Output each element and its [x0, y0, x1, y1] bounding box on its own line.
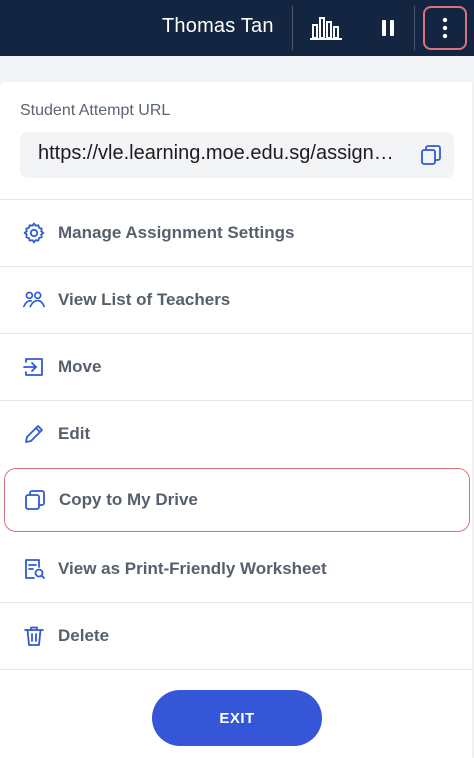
copy-icon: [23, 488, 47, 512]
copy-url-button[interactable]: [420, 144, 442, 166]
copy-icon: [421, 145, 441, 165]
url-field[interactable]: https://vle.learning.moe.edu.sg/assignme…: [20, 132, 454, 178]
menu-item-label: Delete: [58, 626, 110, 645]
gear-icon: [22, 221, 46, 245]
pencil-icon: [22, 422, 46, 446]
menu-item-label: Copy to My Drive: [59, 490, 198, 509]
exit-button[interactable]: EXIT: [152, 690, 322, 746]
top-bar: Thomas Tan: [0, 0, 474, 56]
divider: [0, 669, 472, 670]
pause-button[interactable]: [372, 12, 404, 44]
menu-item-label: Edit: [58, 424, 91, 443]
header-divider: [414, 6, 415, 50]
trash-icon: [22, 624, 46, 648]
url-value: https://vle.learning.moe.edu.sg/assignme…: [38, 142, 398, 164]
manage-assignment-settings-item[interactable]: Manage Assignment Settings: [0, 200, 472, 266]
pause-icon: [382, 20, 394, 36]
url-label: Student Attempt URL: [20, 102, 171, 119]
view-list-of-teachers-item[interactable]: View List of Teachers: [0, 267, 472, 333]
bar-chart-icon: [310, 17, 342, 40]
user-name: Thomas Tan: [162, 15, 274, 37]
move-into-icon: [22, 355, 46, 379]
worksheet-search-icon: [22, 557, 46, 581]
menu-item-label: Move: [58, 357, 102, 376]
view-print-friendly-worksheet-item[interactable]: View as Print-Friendly Worksheet: [0, 536, 472, 602]
menu-item-label: View as Print-Friendly Worksheet: [58, 559, 327, 578]
users-icon: [22, 288, 46, 312]
move-item[interactable]: Move: [0, 334, 472, 400]
more-vertical-icon: [442, 17, 448, 39]
delete-item[interactable]: Delete: [0, 603, 472, 669]
edit-item[interactable]: Edit: [0, 401, 472, 467]
header-divider: [292, 6, 293, 50]
menu-item-label: Manage Assignment Settings: [58, 223, 295, 242]
stats-button[interactable]: [306, 12, 346, 44]
copy-to-my-drive-item[interactable]: Copy to My Drive: [4, 468, 470, 532]
more-options-button[interactable]: [423, 6, 467, 50]
menu-item-label: View List of Teachers: [58, 290, 231, 309]
